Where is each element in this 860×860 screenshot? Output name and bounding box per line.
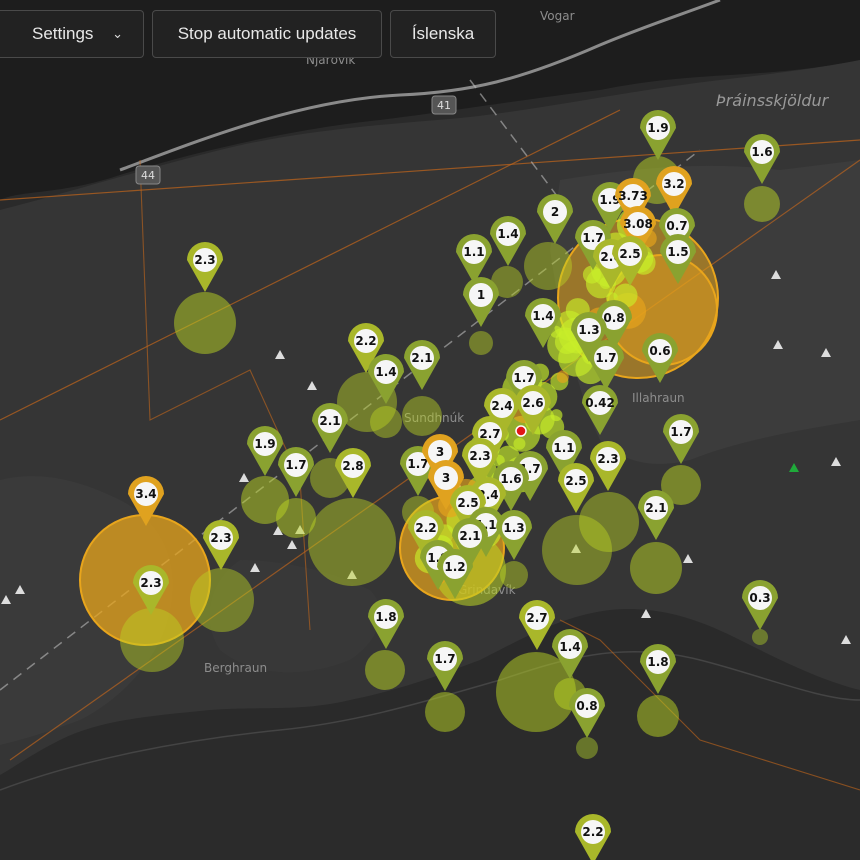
marker-magnitude-label: 1.7: [407, 457, 428, 471]
quake-circle[interactable]: [276, 498, 316, 538]
marker-magnitude-label: 2.3: [597, 452, 618, 466]
marker-magnitude-label: 1.7: [434, 652, 455, 666]
marker-magnitude-label: 1.6: [751, 145, 772, 159]
marker-magnitude-label: 2.8: [342, 459, 363, 473]
marker-magnitude-label: 1.7: [285, 458, 306, 472]
quake-circle[interactable]: [550, 409, 563, 422]
marker-magnitude-label: 1.9: [647, 121, 668, 135]
marker-magnitude-label: 2.3: [194, 253, 215, 267]
quake-circle[interactable]: [308, 498, 396, 586]
map-canvas[interactable]: 41 44 Vogar Njarðvík Þráinsskjöldur Sund…: [0, 0, 860, 860]
quake-circle[interactable]: [630, 542, 682, 594]
marker-magnitude-label: 1.5: [667, 245, 688, 259]
marker-magnitude-label: 1.3: [503, 521, 524, 535]
place-thrainsskjoldur: Þráinsskjöldur: [716, 91, 830, 110]
marker-magnitude-label: 2.5: [565, 474, 586, 488]
marker-magnitude-label: 1.7: [513, 371, 534, 385]
quake-circle[interactable]: [637, 695, 679, 737]
road-41-label: 41: [437, 99, 451, 112]
settings-label: Settings: [32, 24, 94, 43]
marker-magnitude-label: 3: [436, 445, 444, 459]
quake-circle[interactable]: [469, 331, 493, 355]
marker-magnitude-label: 1.1: [463, 245, 484, 259]
marker-magnitude-label: 2.7: [526, 611, 547, 625]
marker-magnitude-label: 1.1: [553, 441, 574, 455]
marker-magnitude-label: 0.8: [603, 311, 624, 325]
marker-magnitude-label: 2.1: [645, 501, 666, 515]
marker-magnitude-label: 1: [477, 288, 485, 302]
language-label: Íslenska: [411, 24, 475, 43]
marker-magnitude-label: 1.4: [497, 227, 518, 241]
marker-magnitude-label: 2.5: [619, 247, 640, 261]
marker-magnitude-label: 1.8: [375, 610, 396, 624]
quake-circle[interactable]: [579, 492, 639, 552]
marker-magnitude-label: 1.2: [444, 560, 465, 574]
place-berghraun: Berghraun: [204, 661, 267, 675]
epicentre-marker[interactable]: [515, 425, 527, 437]
quake-circle[interactable]: [576, 737, 598, 759]
stop-updates-button[interactable]: Stop automatic updates: [152, 10, 382, 58]
marker-magnitude-label: 3.4: [135, 487, 156, 501]
marker-magnitude-label: 2.2: [415, 521, 436, 535]
marker-magnitude-label: 0.7: [666, 219, 687, 233]
quake-circle[interactable]: [174, 292, 236, 354]
marker-magnitude-label: 2.1: [411, 351, 432, 365]
quake-circle[interactable]: [524, 242, 572, 290]
marker-magnitude-label: 2.1: [319, 414, 340, 428]
quake-circle[interactable]: [752, 629, 768, 645]
marker-magnitude-label: 0.42: [585, 396, 615, 410]
marker-magnitude-label: 2.3: [469, 449, 490, 463]
settings-dropdown[interactable]: Settings ⌄: [0, 10, 144, 58]
marker-magnitude-label: 1.4: [559, 640, 580, 654]
marker-magnitude-label: 1.8: [647, 655, 668, 669]
quake-circle[interactable]: [556, 371, 569, 384]
quake-circle[interactable]: [500, 561, 528, 589]
marker-magnitude-label: 1.4: [375, 365, 396, 379]
marker-magnitude-label: 1.7: [595, 351, 616, 365]
marker-magnitude-label: 0.3: [749, 591, 770, 605]
marker-magnitude-label: 2.4: [491, 399, 512, 413]
quake-circle[interactable]: [744, 186, 780, 222]
marker-magnitude-label: 1.6: [500, 472, 521, 486]
marker-magnitude-label: 3.08: [623, 217, 653, 231]
place-vogar: Vogar: [540, 9, 575, 23]
map-toolbar: Settings ⌄ Stop automatic updates Íslens…: [0, 10, 496, 58]
marker-magnitude-label: 0.8: [576, 699, 597, 713]
quake-circle[interactable]: [425, 692, 465, 732]
chevron-down-icon: ⌄: [112, 26, 123, 41]
road-44-label: 44: [141, 169, 155, 182]
quake-circle[interactable]: [365, 650, 405, 690]
marker-magnitude-label: 2.2: [355, 334, 376, 348]
quake-circle[interactable]: [120, 608, 184, 672]
marker-magnitude-label: 3.73: [618, 189, 648, 203]
marker-magnitude-label: 2.5: [457, 496, 478, 510]
marker-magnitude-label: 3: [442, 471, 450, 485]
language-button[interactable]: Íslenska: [390, 10, 496, 58]
quake-circle[interactable]: [190, 568, 254, 632]
marker-magnitude-label: 3.2: [663, 177, 684, 191]
marker-magnitude-label: 2: [551, 205, 559, 219]
quake-circle[interactable]: [370, 406, 402, 438]
marker-magnitude-label: 2.3: [140, 576, 161, 590]
marker-magnitude-label: 1.9: [254, 437, 275, 451]
stop-updates-label: Stop automatic updates: [177, 24, 357, 43]
place-illahraun: Illahraun: [632, 391, 685, 405]
marker-magnitude-label: 1.4: [532, 309, 553, 323]
marker-magnitude-label: 1.7: [670, 425, 691, 439]
marker-magnitude-label: 1.3: [578, 323, 599, 337]
quake-circle[interactable]: [402, 396, 442, 436]
marker-magnitude-label: 2.2: [582, 825, 603, 839]
marker-magnitude-label: 2.1: [459, 529, 480, 543]
marker-magnitude-label: 2.3: [210, 531, 231, 545]
map-view[interactable]: 41 44 Vogar Njarðvík Þráinsskjöldur Sund…: [0, 0, 860, 860]
marker-magnitude-label: 0.6: [649, 344, 670, 358]
marker-magnitude-label: 2.6: [522, 396, 543, 410]
